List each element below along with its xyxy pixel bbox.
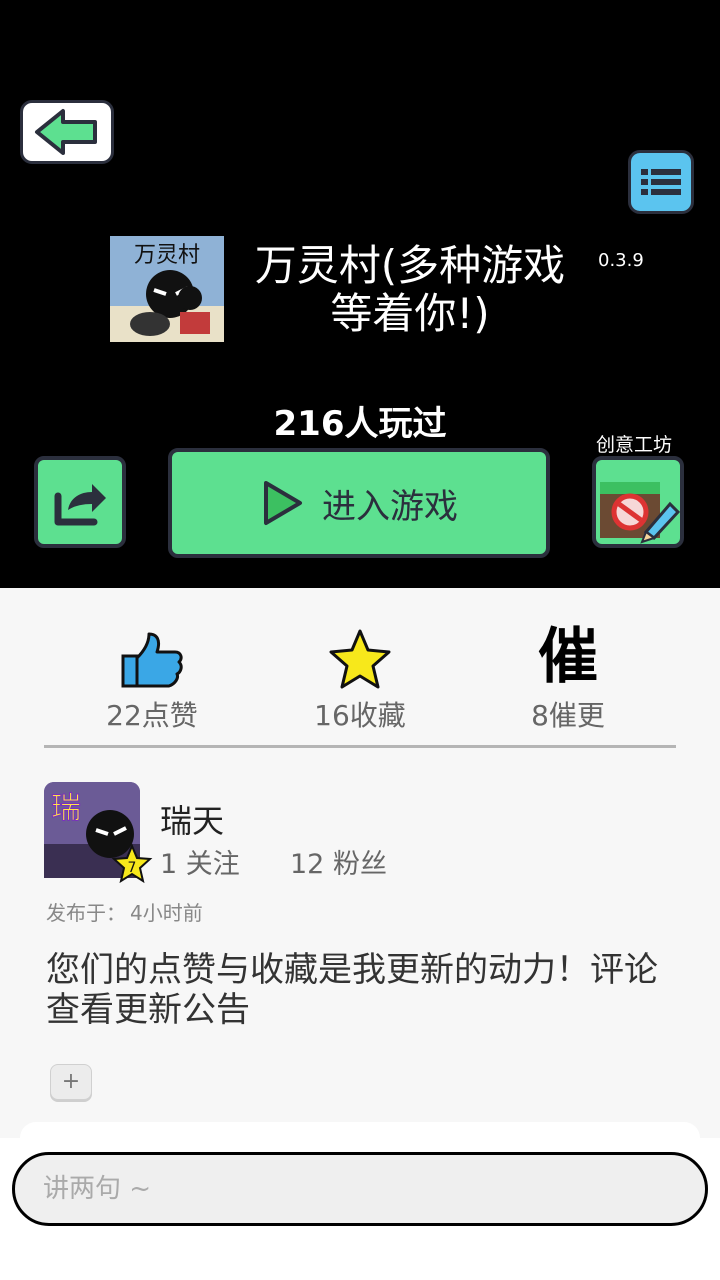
share-icon (54, 484, 106, 526)
workshop-edit-icon (600, 482, 681, 544)
favorite-count: 16收藏 (314, 699, 406, 732)
play-icon (264, 481, 302, 525)
back-button[interactable] (20, 100, 114, 164)
like-count: 22点赞 (106, 699, 198, 732)
svg-text:7: 7 (128, 860, 137, 876)
list-icon (641, 169, 681, 195)
comment-input[interactable] (12, 1152, 708, 1226)
urge-stat[interactable]: 催 8催更 (488, 620, 648, 734)
stats-divider (44, 745, 676, 748)
author-avatar[interactable]: 瑞 7 (44, 782, 153, 884)
workshop-button[interactable] (592, 456, 684, 548)
posted-time-value: 4小时前 (130, 901, 203, 925)
thumbs-up-icon (121, 632, 183, 688)
urge-count: 8催更 (531, 699, 605, 732)
star-icon (329, 629, 391, 689)
workshop-label: 创意工坊 (596, 434, 673, 456)
game-cover-image: 万灵村 (110, 236, 224, 342)
svg-text:瑞: 瑞 (51, 791, 81, 826)
urge-icon: 催 (538, 622, 598, 692)
favorite-stat[interactable]: 16收藏 (280, 620, 440, 734)
svg-text:万灵村: 万灵村 (134, 243, 200, 268)
post-content: 您们的点赞与收藏是我更新的动力！评论查看更新公告 (46, 950, 658, 1030)
posted-label: 发布于： (46, 901, 126, 925)
game-version: 0.3.9 (598, 250, 644, 271)
menu-button[interactable] (628, 150, 694, 214)
game-header: 万灵村 万灵村(多种游戏等着你!) 0.3.9 216人玩过 进入游戏 创意工坊 (0, 0, 720, 588)
author-name[interactable]: 瑞天 (160, 796, 224, 842)
fans-count: 12 粉丝 (290, 849, 387, 880)
play-button-label: 进入游戏 (322, 486, 458, 527)
posted-time: 发布于： 4小时前 (46, 897, 203, 926)
follow-count: 1 关注 (160, 849, 240, 880)
share-button[interactable] (34, 456, 126, 548)
play-button[interactable]: 进入游戏 (168, 448, 550, 558)
back-arrow-icon (35, 109, 97, 155)
like-stat[interactable]: 22点赞 (72, 620, 232, 734)
expand-button[interactable]: + (50, 1064, 92, 1100)
game-title: 万灵村(多种游戏等着你!) (254, 241, 566, 338)
stats-row: 22点赞 16收藏 催 8催更 (44, 620, 676, 732)
